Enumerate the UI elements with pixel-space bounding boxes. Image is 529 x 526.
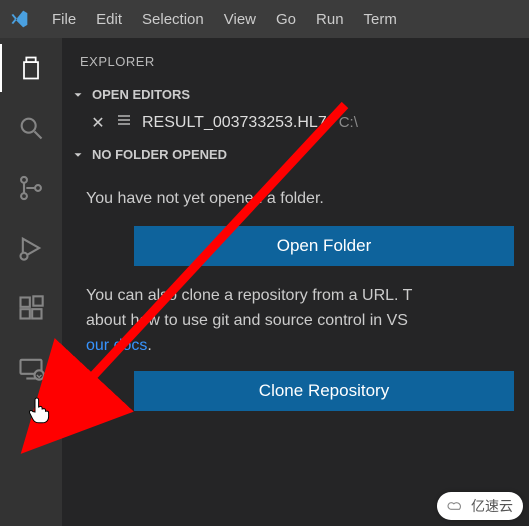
period: . xyxy=(147,337,151,354)
activity-extensions[interactable] xyxy=(13,290,49,326)
vscode-logo-icon xyxy=(8,8,30,30)
watermark-text: 亿速云 xyxy=(471,496,513,516)
activity-search[interactable] xyxy=(13,110,49,146)
no-folder-header[interactable]: NO FOLDER OPENED xyxy=(62,143,529,166)
open-editor-path: C:\ xyxy=(339,114,358,131)
sidebar-title: EXPLORER xyxy=(62,46,529,83)
clone-msg-line2: about how to use git and source control … xyxy=(86,312,408,329)
open-editors-header[interactable]: OPEN EDITORS xyxy=(62,83,529,106)
activity-explorer[interactable] xyxy=(13,50,49,86)
explorer-sidebar: EXPLORER OPEN EDITORS ✕ RESULT_003733253… xyxy=(62,38,529,526)
chevron-down-icon xyxy=(70,88,86,102)
open-editor-item[interactable]: ✕ RESULT_003733253.HL7 C:\ xyxy=(62,106,529,143)
clone-msg-line1: You can also clone a repository from a U… xyxy=(86,287,412,304)
file-icon xyxy=(116,112,132,133)
open-editor-filename: RESULT_003733253.HL7 xyxy=(142,114,327,132)
menu-terminal[interactable]: Term xyxy=(354,0,407,38)
menu-go[interactable]: Go xyxy=(266,0,306,38)
menu-file[interactable]: File xyxy=(42,0,86,38)
clone-message: You can also clone a repository from a U… xyxy=(62,266,529,370)
no-folder-message: You have not yet opened a folder. xyxy=(62,166,529,226)
menu-view[interactable]: View xyxy=(214,0,266,38)
docs-link[interactable]: our docs xyxy=(86,337,147,354)
menu-run[interactable]: Run xyxy=(306,0,354,38)
open-editors-label: OPEN EDITORS xyxy=(92,87,190,102)
watermark: 亿速云 xyxy=(437,492,523,520)
activity-remote[interactable] xyxy=(13,350,49,386)
menu-selection[interactable]: Selection xyxy=(132,0,214,38)
menu-bar: File Edit Selection View Go Run Term xyxy=(0,0,529,38)
redacted-path xyxy=(368,114,448,132)
menu-edit[interactable]: Edit xyxy=(86,0,132,38)
no-folder-label: NO FOLDER OPENED xyxy=(92,147,227,162)
chevron-down-icon xyxy=(70,148,86,162)
activity-bar xyxy=(0,38,62,526)
activity-source-control[interactable] xyxy=(13,170,49,206)
open-folder-button[interactable]: Open Folder xyxy=(134,226,514,266)
clone-repository-button[interactable]: Clone Repository xyxy=(134,371,514,411)
activity-run-debug[interactable] xyxy=(13,230,49,266)
close-icon[interactable]: ✕ xyxy=(90,113,106,133)
